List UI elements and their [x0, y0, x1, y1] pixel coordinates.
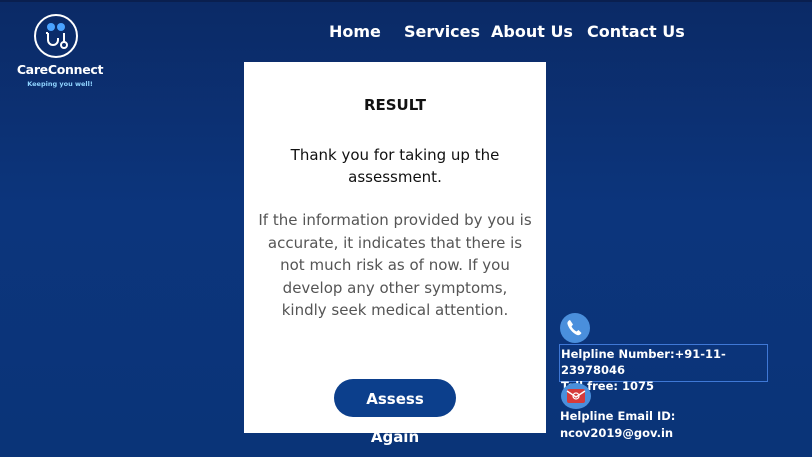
nav-about-us[interactable]: About Us [491, 22, 573, 41]
helpline-number[interactable]: Helpline Number:+91-11-23978046 [561, 346, 767, 378]
top-border [0, 0, 812, 2]
toll-free: Toll free: 1075 [561, 379, 654, 393]
nav-contact-us[interactable]: Contact Us [587, 22, 685, 41]
stethoscope-logo-icon [34, 14, 78, 58]
assessment-info: If the information provided by you is ac… [258, 211, 532, 319]
helpline-email[interactable]: ncov2019@gov.in [560, 426, 673, 440]
helpline-box: Helpline Number:+91-11-23978046 Toll fre… [559, 344, 768, 393]
nav-home[interactable]: Home [329, 22, 381, 41]
result-title: RESULT [363, 96, 427, 114]
result-card: RESULT Thank you for taking up the asses… [244, 62, 546, 446]
phone-icon [560, 313, 590, 343]
email-icon [561, 383, 591, 409]
helpline-email-label: Helpline Email ID: [560, 409, 676, 423]
nav-services[interactable]: Services [404, 22, 480, 41]
logo[interactable]: CareConnect Keeping you well! [10, 14, 110, 94]
brand-tagline: Keeping you well! [27, 80, 93, 88]
brand-name: CareConnect [16, 62, 104, 77]
thanks-message: Thank you for taking up the assessment. [290, 146, 500, 186]
assess-again-button[interactable]: Assess Again [334, 379, 456, 446]
